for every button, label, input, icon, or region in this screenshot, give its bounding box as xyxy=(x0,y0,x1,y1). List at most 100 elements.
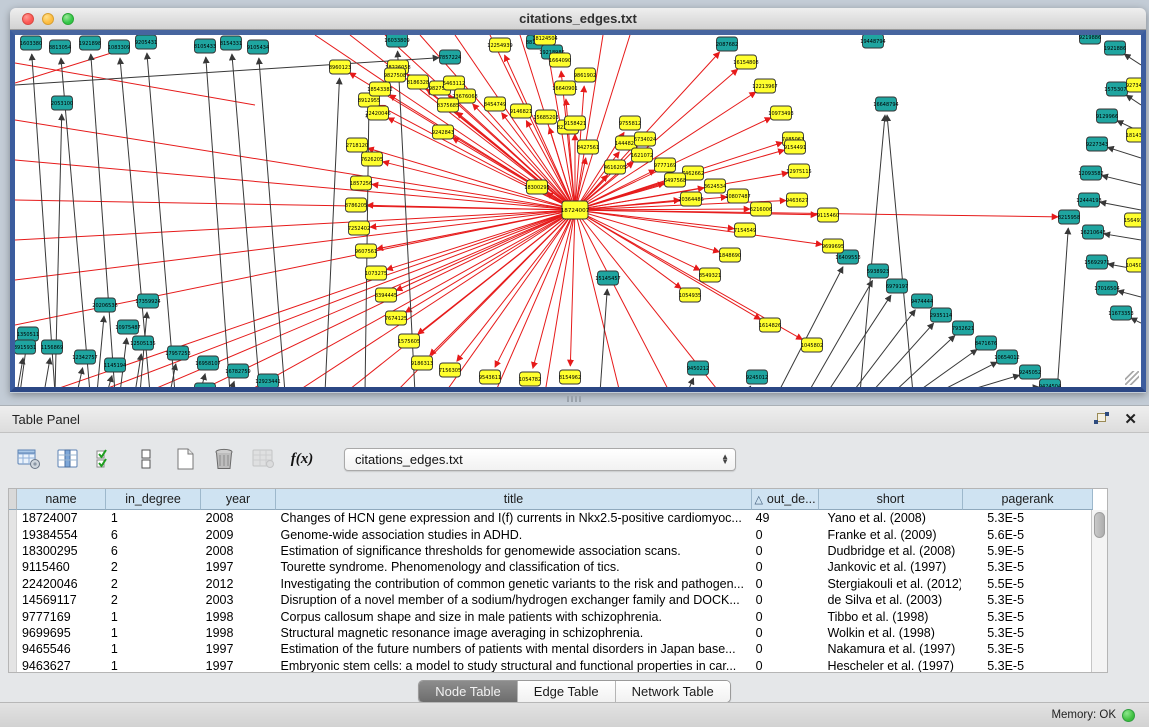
network-canvas[interactable]: 1603380881305419218981083309920543181054… xyxy=(15,35,1141,387)
column-header-title[interactable]: title xyxy=(276,489,752,510)
column-header-pagerank[interactable]: pagerank xyxy=(963,489,1093,510)
table-cell: 9463627 xyxy=(17,659,106,672)
column-header-name[interactable]: name xyxy=(17,489,106,510)
table-body: 1872400712008Changes of HCN gene express… xyxy=(9,510,1091,672)
column-header-year[interactable]: year xyxy=(201,489,276,510)
graph-node-label: 3624534 xyxy=(704,184,726,190)
graph-node-label: 9205431 xyxy=(135,40,157,46)
close-panel-icon[interactable]: ✕ xyxy=(1124,412,1137,427)
graph-node-label: 20206536 xyxy=(92,303,117,309)
table-cell: 6 xyxy=(106,544,201,558)
table-cell: 5.5E-5 xyxy=(961,577,1091,591)
table-row[interactable]: 1872400712008Changes of HCN gene express… xyxy=(9,510,1091,526)
graph-node-label: 12923441 xyxy=(255,379,280,385)
graph-node-label: 9450212 xyxy=(687,366,709,372)
table-cell: 2 xyxy=(106,560,201,574)
graph-node-label: 18543382 xyxy=(367,87,392,93)
graph-node-label: 9755812 xyxy=(619,121,641,127)
select-all-icon[interactable] xyxy=(94,447,120,471)
graph-node-label: 1814315 xyxy=(1126,133,1141,139)
window-titlebar[interactable]: citations_edges.txt xyxy=(10,8,1146,30)
table-row[interactable]: 1938455462009Genome-wide association stu… xyxy=(9,526,1091,542)
float-panel-icon[interactable] xyxy=(1094,412,1110,426)
graph-node-label: 16640901 xyxy=(552,86,577,92)
graph-node-label: 7932621 xyxy=(952,326,974,332)
table-cell: Yano et al. (2008) xyxy=(817,511,961,525)
table-cell: 9465546 xyxy=(17,642,106,656)
graph-node-label: 2053100 xyxy=(51,101,73,107)
graph-node-label: 1848690 xyxy=(719,253,741,259)
tab-edge-table[interactable]: Edge Table xyxy=(518,681,616,702)
table-cell: Hescheler et al. (1997) xyxy=(817,659,961,672)
column-header-out_de[interactable]: △out_de... xyxy=(752,489,819,510)
graph-node-label: 1045066 xyxy=(1126,263,1141,269)
scrollbar-thumb[interactable] xyxy=(1094,512,1105,538)
graph-node-label: 9827508 xyxy=(384,73,406,79)
table-cell: Genome-wide association studies in ADHD. xyxy=(276,528,751,542)
graph-node-label: 19448794 xyxy=(860,39,885,45)
graph-node-label: 9115460 xyxy=(817,213,839,219)
graph-node-label: 10973493 xyxy=(768,111,793,117)
table-row[interactable]: 2242004622012Investigating the contribut… xyxy=(9,576,1091,592)
graph-node-label: 9105434 xyxy=(247,45,269,51)
table-row[interactable]: 1456911722003Disruption of a novel membe… xyxy=(9,592,1091,608)
graph-node-label: 1603380 xyxy=(20,41,42,47)
table-row[interactable]: 977716911998Corpus callosum shape and si… xyxy=(9,608,1091,624)
graph-node-label: 1614826 xyxy=(759,323,781,329)
table-cell: 9699695 xyxy=(17,626,106,640)
memory-status-indicator[interactable] xyxy=(1122,709,1135,722)
table-cell: 1 xyxy=(106,626,201,640)
table-cell: 5.3E-5 xyxy=(961,511,1091,525)
graph-node-label: 1054782 xyxy=(519,377,541,383)
table-cell: Changes of HCN gene expression and I(f) … xyxy=(276,511,751,525)
graph-node-label: 8454749 xyxy=(484,102,506,108)
graph-node-label: 18124504 xyxy=(532,36,557,42)
table-cell: 5.9E-5 xyxy=(961,544,1091,558)
panel-divider-grip[interactable] xyxy=(567,396,581,402)
table-cell: 1 xyxy=(106,642,201,656)
table-select-dropdown[interactable]: citations_edges.txt ▲▼ xyxy=(344,448,736,471)
delete-table-icon[interactable] xyxy=(211,447,237,471)
table-cell: 9777169 xyxy=(17,610,106,624)
table-header-row: namein_degreeyeartitle△out_de...shortpag… xyxy=(9,489,1107,510)
table-select-value: citations_edges.txt xyxy=(355,452,721,467)
table-cell: 19384554 xyxy=(17,528,106,542)
graph-node-label: 9777169 xyxy=(654,163,676,169)
table-row[interactable]: 911546021997Tourette syndrome. Phenomeno… xyxy=(9,559,1091,575)
sort-ascending-icon: △ xyxy=(754,493,762,506)
graph-node[interactable] xyxy=(195,383,216,387)
table-cell: Jankovic et al. (1997) xyxy=(817,560,961,574)
graph-node-label: 12975115 xyxy=(786,169,811,175)
graph-node-label: 16154808 xyxy=(733,60,758,66)
table-cell: 5.3E-5 xyxy=(961,593,1091,607)
table-row[interactable]: 946362711997Embryonic stem cells: a mode… xyxy=(9,658,1091,672)
tab-network-table[interactable]: Network Table xyxy=(616,681,730,702)
graph-node-label: 8375685 xyxy=(437,103,459,109)
column-header-short[interactable]: short xyxy=(819,489,963,510)
column-header-in_degree[interactable]: in_degree xyxy=(106,489,201,510)
graph-node-label: 10654012 xyxy=(994,355,1019,361)
table-panel-title: Table Panel xyxy=(12,412,80,427)
function-builder-icon[interactable]: f(x) xyxy=(289,447,315,471)
graph-node-label: 15685203 xyxy=(533,115,558,121)
new-table-icon[interactable] xyxy=(172,447,198,471)
table-row[interactable]: 1830029562008Estimation of significance … xyxy=(9,543,1091,559)
vertical-scrollbar[interactable] xyxy=(1091,510,1107,672)
table-cell: 2 xyxy=(106,577,201,591)
table-cell: 5.6E-5 xyxy=(961,528,1091,542)
tab-node-table[interactable]: Node Table xyxy=(419,681,518,702)
table-row[interactable]: 969969511998Structural magnetic resonanc… xyxy=(9,625,1091,641)
table-cell: 0 xyxy=(751,610,818,624)
table-row[interactable]: 946554611997Estimation of the future num… xyxy=(9,641,1091,657)
canvas-resize-grip[interactable] xyxy=(1125,371,1139,385)
window-title: citations_edges.txt xyxy=(10,11,1146,26)
graph-node-label: 9699695 xyxy=(822,244,844,250)
graph-node-label: 9245012 xyxy=(746,375,768,381)
import-table-icon[interactable] xyxy=(16,447,42,471)
graph-node-label: 9146821 xyxy=(510,109,532,115)
rows-icon[interactable] xyxy=(133,447,159,471)
column-select-icon[interactable] xyxy=(55,447,81,471)
table-cell: 0 xyxy=(751,593,818,607)
table-cell: 5.3E-5 xyxy=(961,642,1091,656)
graph-node-label: 16409553 xyxy=(835,255,860,261)
